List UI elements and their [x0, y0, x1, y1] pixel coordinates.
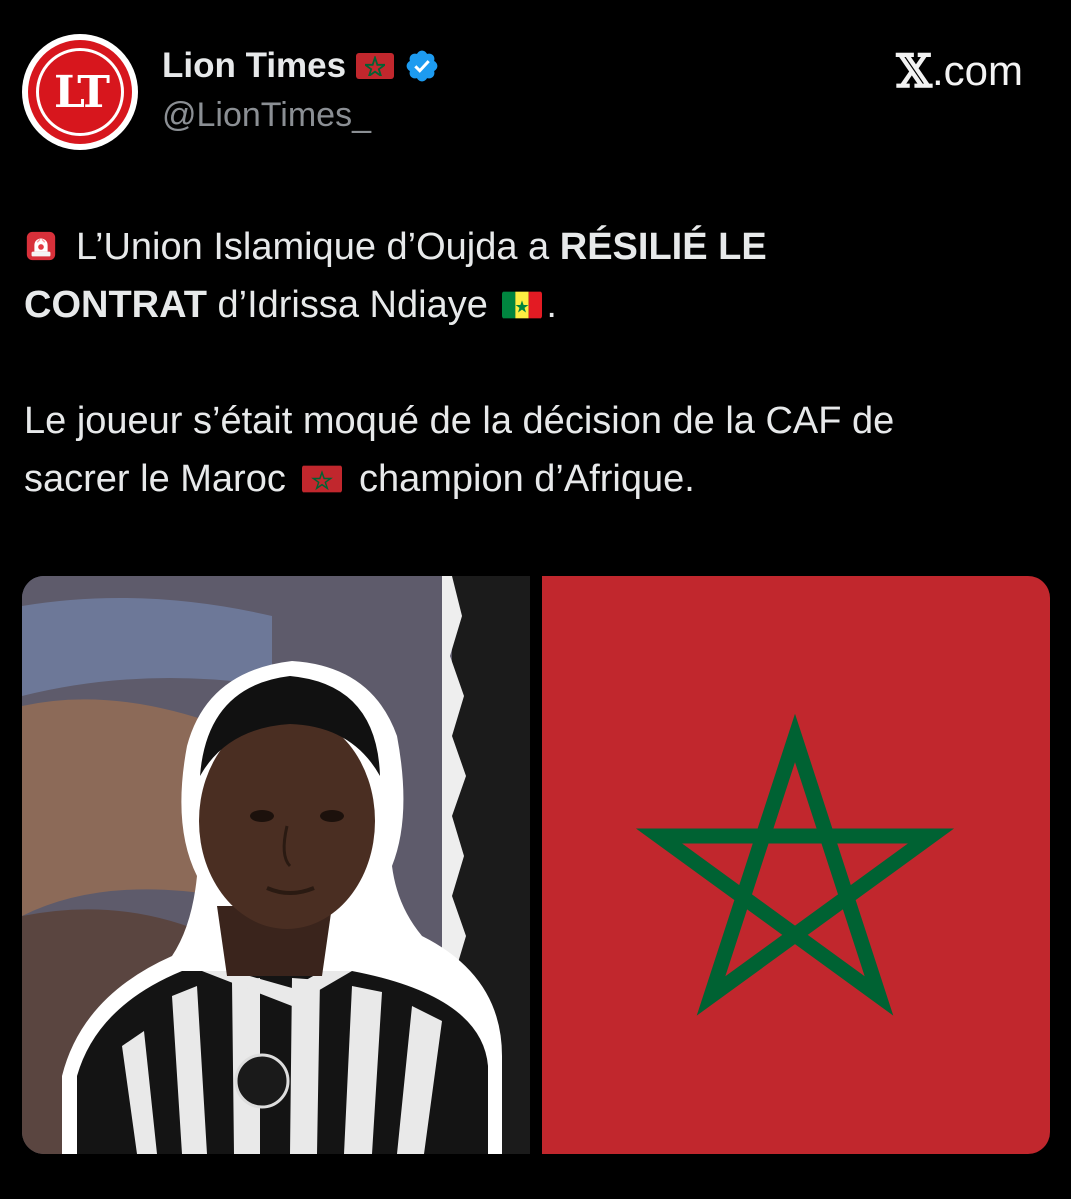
tweet-text-bold-1: RÉSILIÉ LE [559, 226, 767, 268]
avatar-logo-text: LT [36, 48, 124, 136]
tweet-text-1b: d’Idrissa Ndiaye [206, 284, 499, 326]
x-com-watermark: 𝕏 .com [896, 44, 1023, 98]
tweet-text: L’Union Islamique d’Oujda a RÉSILIÉ LE C… [24, 218, 1054, 508]
tweet-text-1-end: . [546, 284, 557, 326]
player-photo-illustration [22, 576, 530, 1154]
tweet-text-2b: sacrer le Maroc [24, 458, 297, 500]
tweet-paragraph-2: Le joueur s’était moqué de la décision d… [24, 392, 1054, 508]
author-name-row[interactable]: Lion Times [162, 44, 440, 88]
tweet-text-bold-2: CONTRAT [24, 284, 207, 326]
senegal-flag-icon [502, 291, 543, 319]
tweet-text-2c: champion d’Afrique. [348, 458, 695, 500]
player-photo[interactable] [22, 576, 530, 1154]
morocco-flag-image[interactable] [542, 576, 1050, 1154]
brand-suffix: .com [931, 47, 1023, 94]
tweet-screenshot: LT Lion Times @LionTimes_ 𝕏 .com L’Union… [0, 0, 1071, 1199]
avatar-logo: LT [28, 40, 132, 144]
morocco-flag-icon [356, 53, 395, 79]
verified-badge-icon [406, 50, 438, 82]
tweet-paragraph-1: L’Union Islamique d’Oujda a RÉSILIÉ LE C… [24, 218, 1054, 334]
x-logo-icon: 𝕏 [896, 44, 932, 98]
morocco-star-icon [635, 713, 955, 1016]
tweet-text-1a: L’Union Islamique d’Oujda a [76, 226, 560, 268]
display-name[interactable]: Lion Times [162, 46, 346, 86]
siren-icon [26, 231, 56, 261]
morocco-flag-icon [302, 465, 343, 493]
tweet-media[interactable] [22, 576, 1050, 1154]
avatar[interactable]: LT [22, 34, 138, 150]
author-handle[interactable]: @LionTimes_ [162, 96, 371, 135]
tweet-text-2a: Le joueur s’était moqué de la décision d… [24, 400, 895, 442]
